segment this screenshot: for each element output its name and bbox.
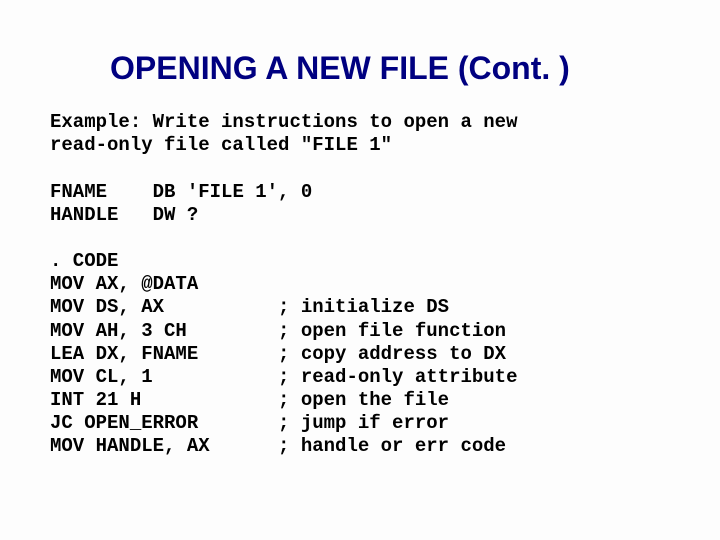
blank-line-2: [50, 227, 670, 250]
code-line: LEA DX, FNAME ; copy address to DX: [50, 343, 670, 366]
code-line: MOV CL, 1 ; read-only attribute: [50, 366, 670, 389]
example-description: Example: Write instructions to open a ne…: [50, 111, 670, 157]
code-line: . CODE: [50, 250, 670, 273]
blank-line-1: [50, 157, 670, 180]
code-line: JC OPEN_ERROR ; jump if error: [50, 412, 670, 435]
code-line: MOV DS, AX ; initialize DS: [50, 296, 670, 319]
code-listing: . CODEMOV AX, @DATAMOV DS, AX ; initiali…: [50, 250, 670, 459]
def-label: HANDLE: [50, 204, 118, 226]
code-line: INT 21 H ; open the file: [50, 389, 670, 412]
slide: OPENING A NEW FILE (Cont. ) Example: Wri…: [0, 0, 720, 540]
slide-title: OPENING A NEW FILE (Cont. ): [110, 50, 670, 87]
definition-line: HANDLE DW ?: [50, 204, 670, 227]
def-op: DB 'FILE 1', 0: [153, 181, 313, 203]
definition-line: FNAME DB 'FILE 1', 0: [50, 181, 670, 204]
def-op: DW ?: [153, 204, 199, 226]
code-line: MOV AX, @DATA: [50, 273, 670, 296]
def-label: FNAME: [50, 181, 107, 203]
code-line: MOV AH, 3 CH ; open file function: [50, 320, 670, 343]
code-line: MOV HANDLE, AX ; handle or err code: [50, 435, 670, 458]
